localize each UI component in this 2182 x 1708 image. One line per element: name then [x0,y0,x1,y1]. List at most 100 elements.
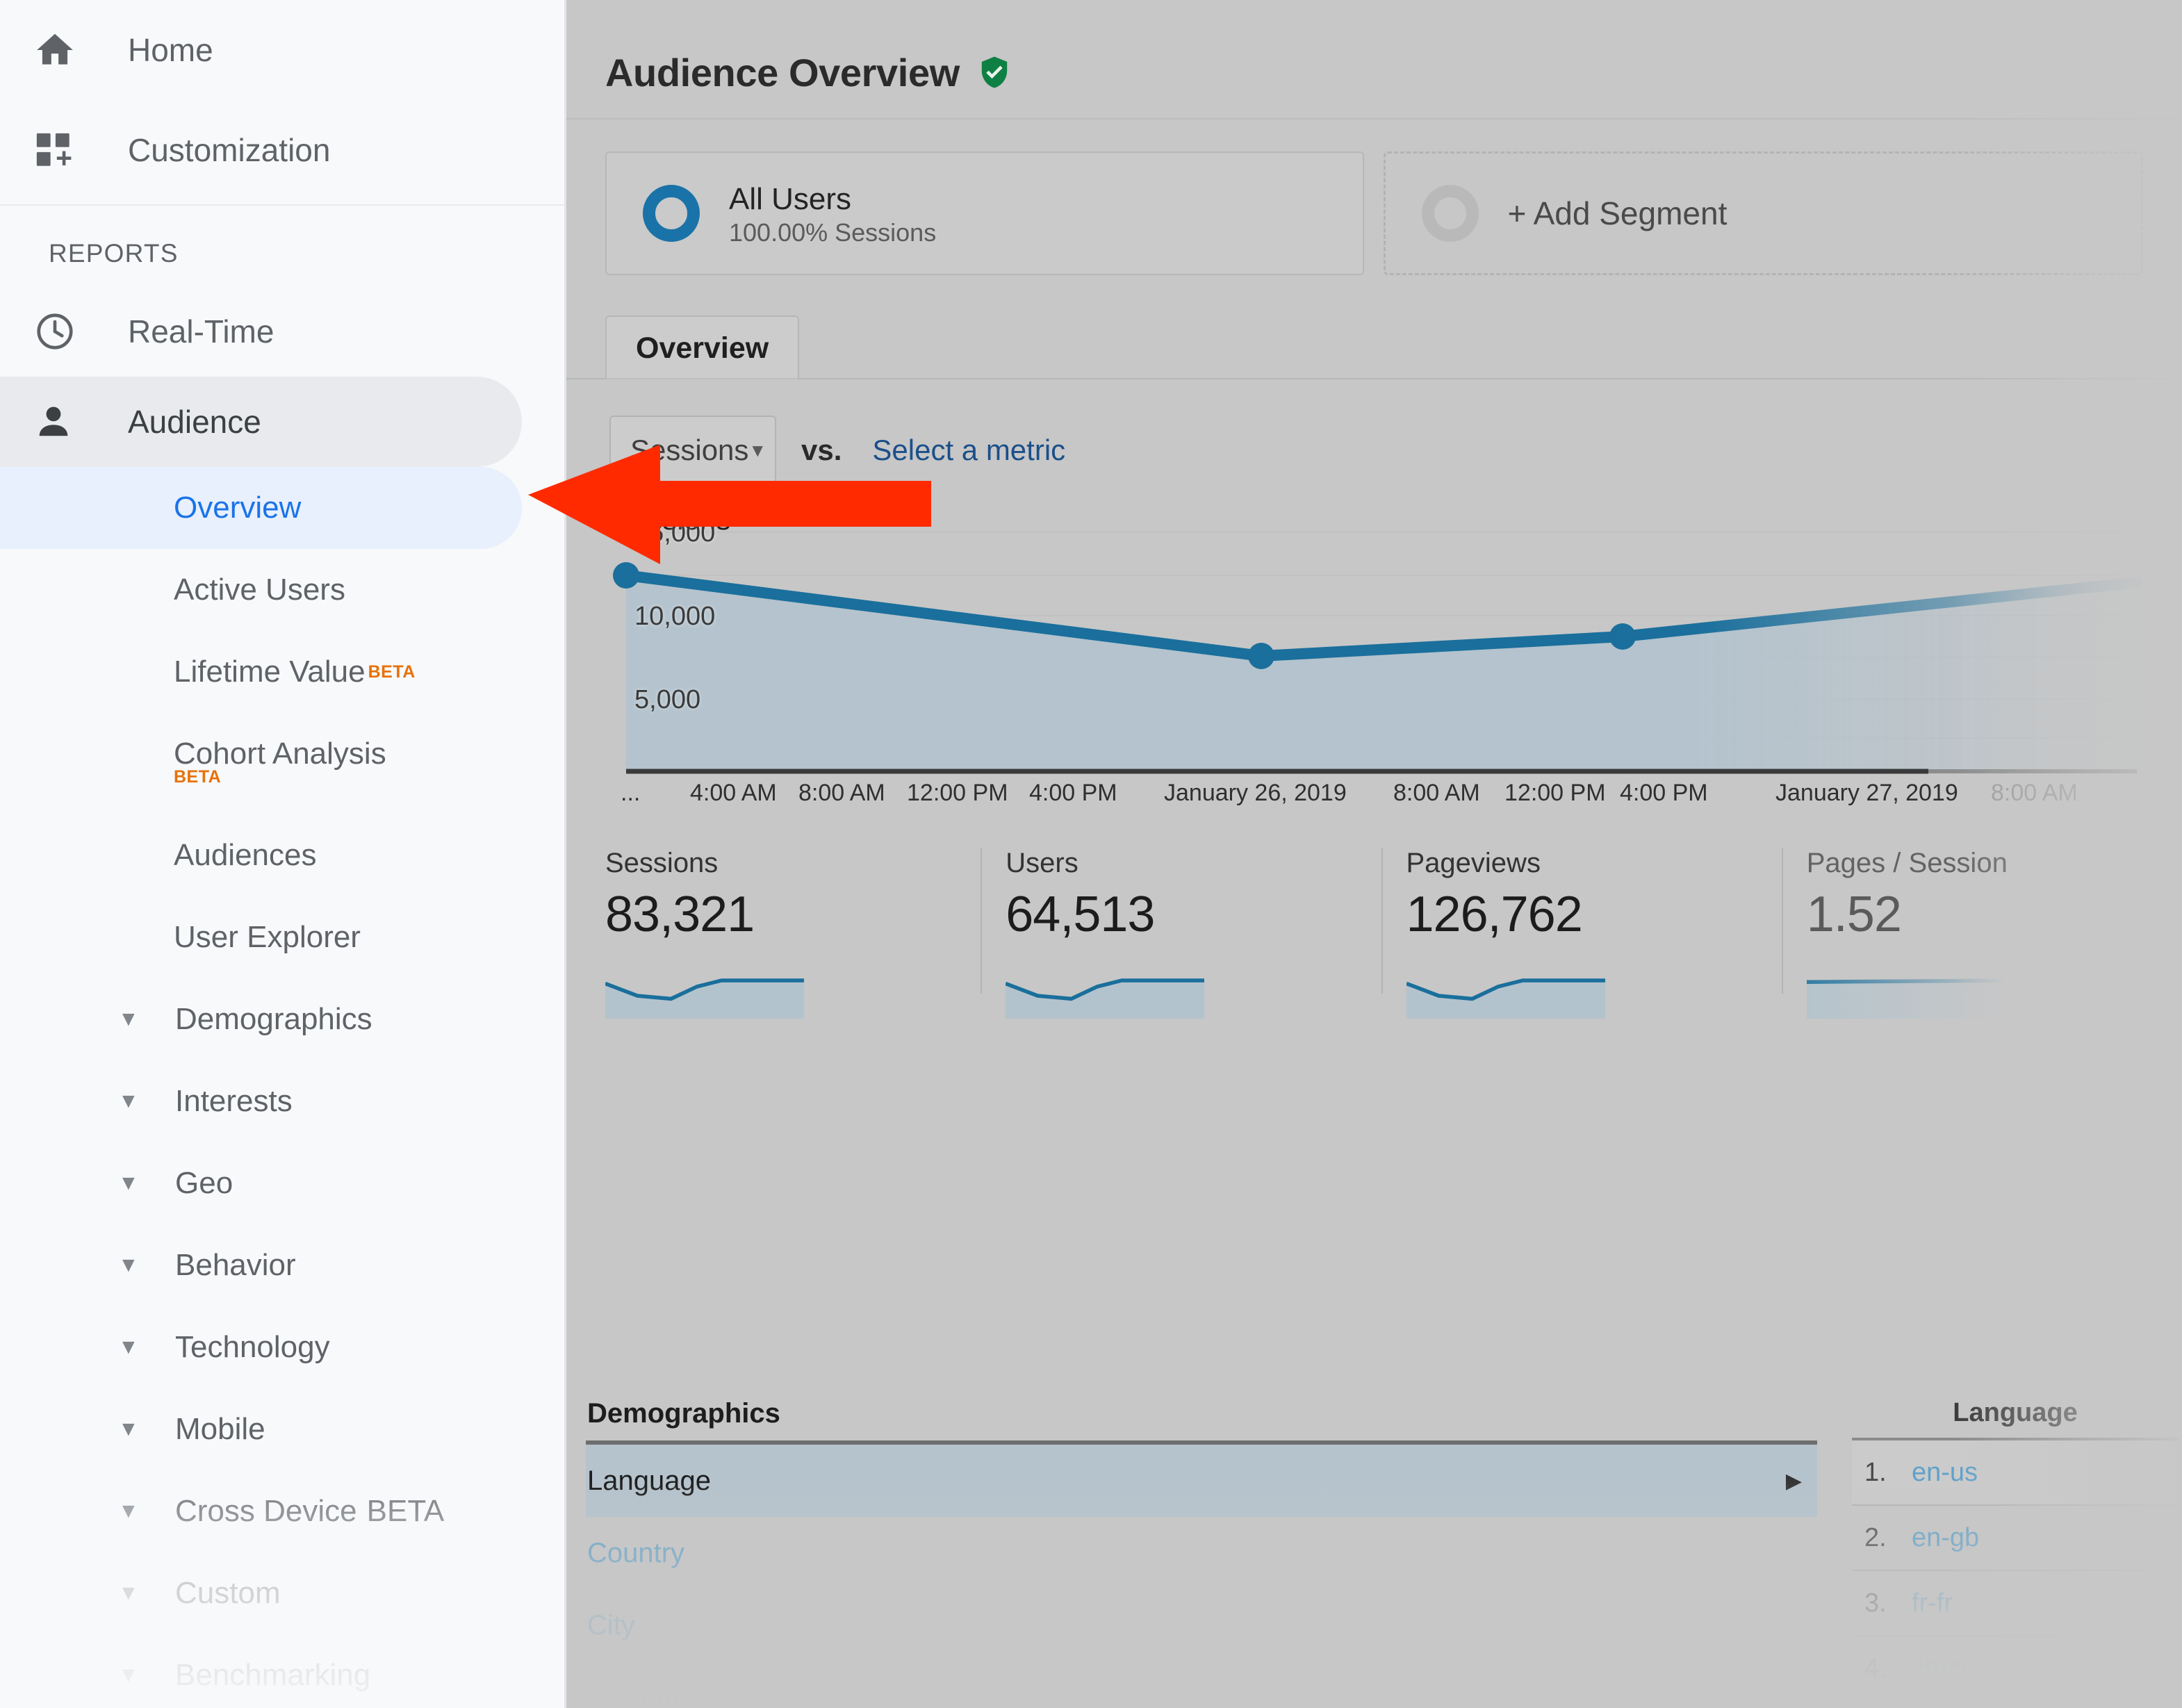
sidebar-item-audience[interactable]: Audience [0,377,522,467]
demographics-row-label: Language [587,1465,711,1497]
sidebar-group-label: Demographics [175,1002,372,1037]
sidebar-item-label: Audience [128,403,261,441]
chevron-down-icon: ▼ [118,1664,149,1687]
demographics-list: Demographics Language ▶ Country City Sys… [566,1398,1817,1708]
segment-name: All Users [729,182,851,216]
verified-shield-icon [976,54,1012,90]
language-row-rank: 2. [1852,1523,1912,1553]
tab-overview[interactable]: Overview [605,315,799,379]
language-panel: Language 1. en-us 2. en-gb 3. fr-fr [1852,1398,2179,1708]
demographics-row-city[interactable]: City [586,1589,1817,1661]
language-row-value[interactable]: fr-fr [1912,1588,1953,1618]
stat-label: Pages / Session [1807,848,2182,879]
sidebar-subitem-label: Overview [174,491,301,525]
stat-card-pages-per-session[interactable]: Pages / Session 1.52 [1782,848,2182,994]
chart-xtick-8: 4:00 PM [1620,780,1708,807]
segment-sessions-percent: 100.00% Sessions [729,218,936,247]
sidebar-item-cohort-analysis[interactable]: Cohort Analysis BETA [0,713,522,795]
language-row-value[interactable]: en-us [1912,1458,1978,1488]
language-row[interactable]: 2. en-gb [1852,1506,2179,1571]
sidebar-item-active-users[interactable]: Active Users [0,549,522,631]
stat-card-pageviews[interactable]: Pageviews 126,762 [1381,848,1782,994]
chart-xtick-1: 4:00 AM [690,780,777,807]
language-row-value[interactable]: zh-cn [1912,1654,1976,1684]
language-row[interactable]: 4. zh-cn [1852,1636,2179,1702]
sidebar-group-custom[interactable]: ▼ Custom [0,1552,566,1634]
sidebar-item-lifetime-value[interactable]: Lifetime Value BETA [0,631,522,713]
left-sidebar: Home Customization REPORTS [0,0,566,1708]
demographics-row-system[interactable]: System [586,1661,1817,1708]
chart-xtick-3: 12:00 PM [907,780,1008,807]
language-row[interactable]: 1. en-us [1852,1440,2179,1506]
sidebar-group-demographics[interactable]: ▼ Demographics [0,978,566,1060]
add-segment-donut-icon [1422,185,1479,242]
chevron-down-icon: ▼ [118,1254,149,1277]
chart-xtick-jan26: January 26, 2019 [1164,780,1347,807]
stat-card-users[interactable]: Users 64,513 [981,848,1381,994]
main-content: Audience Overview All Users 100.00% Sess… [566,0,2182,1708]
chevron-down-icon: ▼ [118,1172,149,1195]
sparkline [1406,973,1605,1019]
stat-value: 1.52 [1807,886,2182,943]
demographics-row-label: City [587,1610,635,1641]
beta-badge: BETA [368,662,416,682]
add-segment-button[interactable]: + Add Segment [1384,151,2144,275]
page-title: Audience Overview [605,50,960,95]
stat-value: 83,321 [605,886,981,943]
chevron-down-icon: ▼ [118,1336,149,1359]
sidebar-group-interests[interactable]: ▼ Interests [0,1060,566,1142]
demographics-section: Demographics Language ▶ Country City Sys… [566,1398,2182,1708]
clock-icon [33,310,100,353]
stat-label: Users [1006,848,1381,879]
sidebar-item-label: Home [128,31,213,69]
sidebar-subitem-label: Audiences [174,838,316,873]
chart-xtick-ellipsis: ... [621,780,640,807]
sidebar-group-label: Behavior [175,1248,296,1283]
chart-ytick-5000: 5,000 [634,685,700,715]
sidebar-group-benchmarking[interactable]: ▼ Benchmarking [0,1634,566,1708]
stat-label: Sessions [605,848,981,879]
chart-xtick-2: 8:00 AM [798,780,885,807]
sidebar-item-user-explorer[interactable]: User Explorer [0,896,522,978]
segments-row: All Users 100.00% Sessions + Add Segment [566,120,2182,275]
sidebar-group-label: Custom [175,1576,281,1611]
sidebar-group-label: Cross Device [175,1494,357,1529]
tab-label: Overview [636,331,769,366]
sidebar-group-cross-device[interactable]: ▼ Cross Device BETA [0,1470,566,1552]
sidebar-item-label: Real-Time [128,313,274,350]
language-row-value[interactable]: en-gb [1912,1523,1979,1553]
sidebar-item-customization[interactable]: Customization [0,100,566,200]
sidebar-group-geo[interactable]: ▼ Geo [0,1142,566,1224]
sidebar-group-label: Technology [175,1330,330,1365]
page-header: Audience Overview [566,0,2182,104]
sparkline [605,973,804,1019]
sidebar-subitem-label: Active Users [174,573,345,607]
sidebar-item-real-time[interactable]: Real-Time [0,286,522,377]
sidebar-group-label: Mobile [175,1412,265,1447]
sidebar-subitem-label: Lifetime Value [174,655,366,689]
sidebar-group-mobile[interactable]: ▼ Mobile [0,1388,566,1470]
chevron-down-icon: ▼ [118,1008,149,1031]
sparkline [1006,973,1204,1019]
language-row[interactable]: 3. fr-fr [1852,1571,2179,1636]
chart-xtick-10: 8:00 AM [1991,780,2078,807]
stat-card-sessions[interactable]: Sessions 83,321 [605,848,981,994]
demographics-row-country[interactable]: Country [586,1517,1817,1589]
sidebar-group-technology[interactable]: ▼ Technology [0,1306,566,1388]
language-panel-title: Language [1852,1398,2179,1428]
sidebar-group-label: Geo [175,1166,233,1201]
sidebar-item-audiences[interactable]: Audiences [0,814,522,896]
sidebar-group-behavior[interactable]: ▼ Behavior [0,1224,566,1306]
chevron-right-icon: ▶ [1786,1469,1802,1493]
sparkline [1807,973,2005,1019]
sidebar-item-overview[interactable]: Overview [0,467,522,549]
beta-badge: BETA [174,767,221,787]
sidebar-item-home[interactable]: Home [0,0,566,100]
segment-all-users[interactable]: All Users 100.00% Sessions [605,151,1364,275]
language-row-rank: 3. [1852,1588,1912,1618]
chevron-down-icon: ▼ [118,1500,149,1523]
stat-label: Pageviews [1406,848,1782,879]
chevron-down-icon: ▼ [118,1582,149,1605]
home-icon [33,28,100,72]
demographics-row-language[interactable]: Language ▶ [586,1445,1817,1517]
